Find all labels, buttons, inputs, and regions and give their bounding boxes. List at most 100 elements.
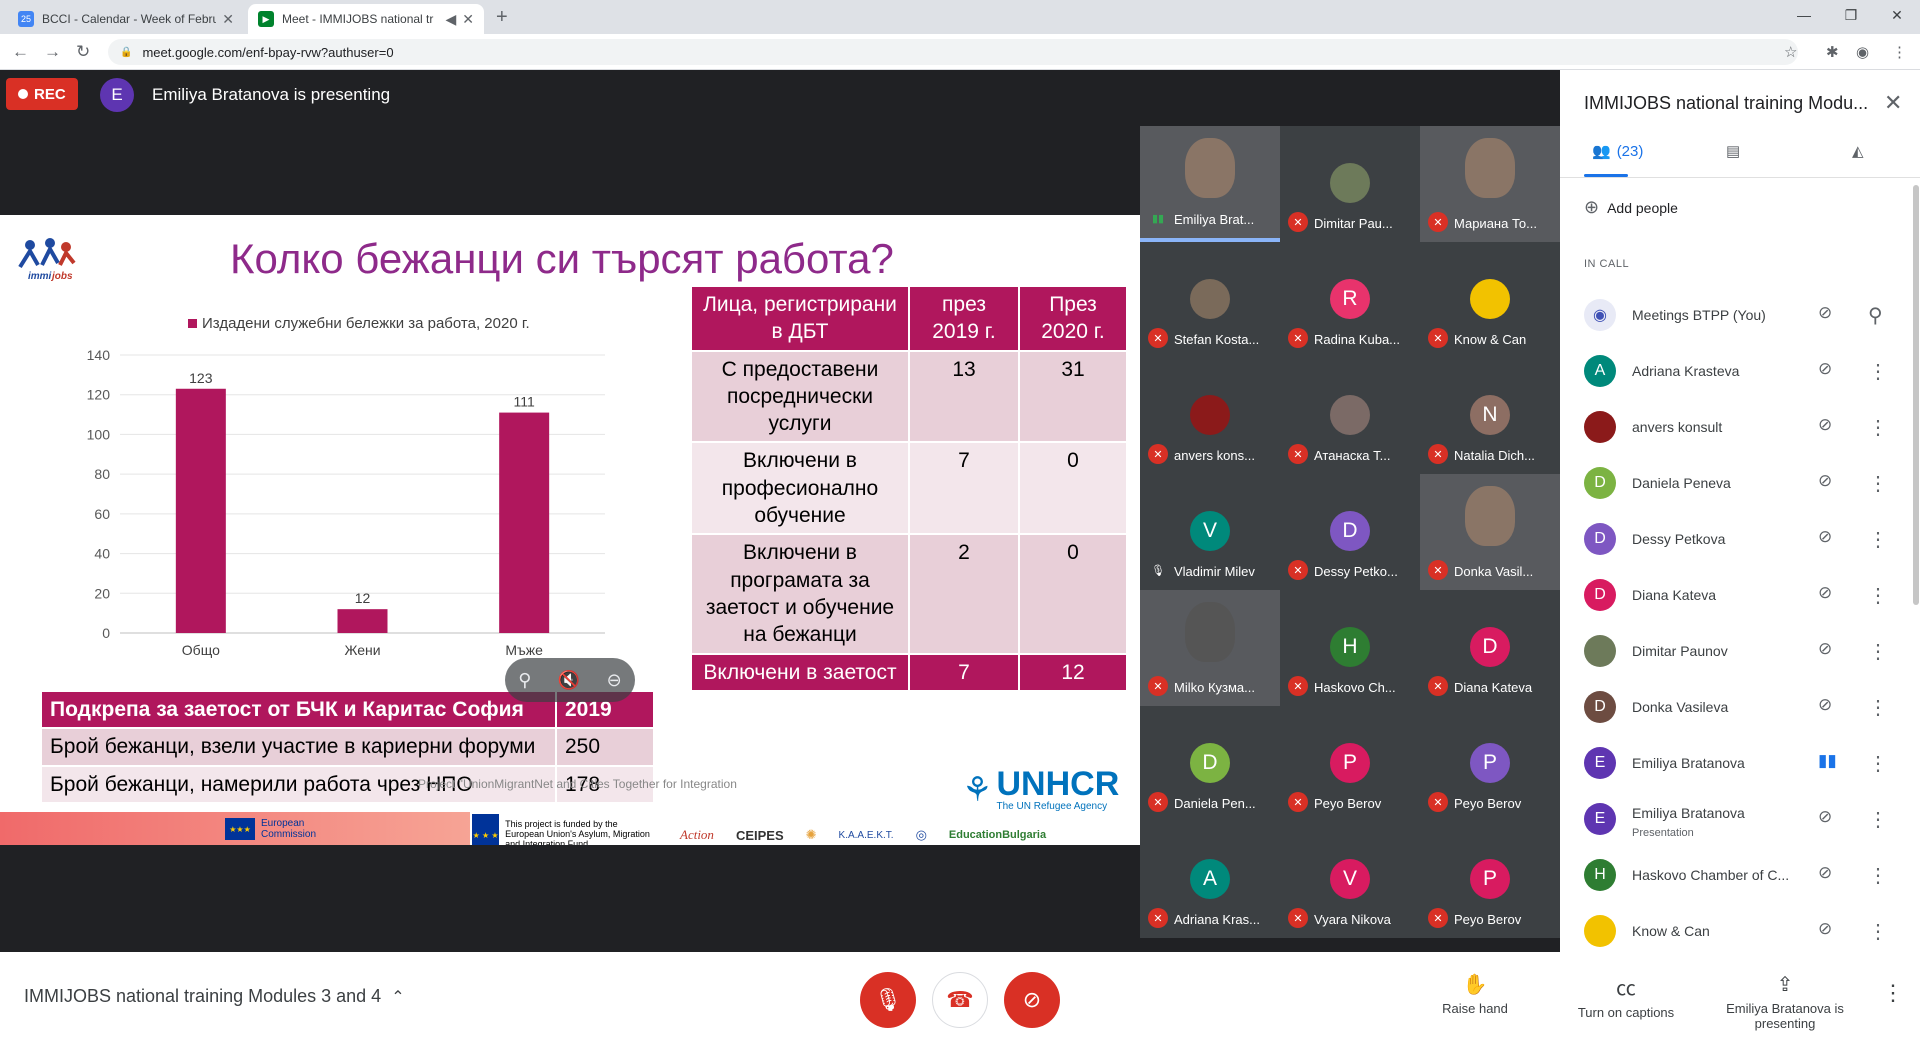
person-row[interactable]: Dimitar Paunov ⊘ ⋮ bbox=[1584, 631, 1904, 671]
mic-off-icon[interactable]: ⊘ bbox=[1818, 863, 1832, 883]
table-row: Включени в професионално обучение 7 0 bbox=[690, 441, 1128, 536]
mic-off-icon[interactable]: ⊘ bbox=[1818, 807, 1832, 827]
more-options-icon[interactable]: ⋮ bbox=[1868, 527, 1888, 552]
person-row[interactable]: H Haskovo Chamber of C... ⊘ ⋮ bbox=[1584, 855, 1904, 895]
participant-tile[interactable]: ✕ Stefan Kosta... bbox=[1140, 242, 1280, 358]
more-options-icon[interactable]: ⋮ bbox=[1868, 863, 1888, 888]
participant-tile[interactable]: D ✕ Daniela Pen... bbox=[1140, 706, 1280, 822]
mic-off-icon[interactable]: ⊘ bbox=[1818, 583, 1832, 603]
more-options-icon[interactable]: ⋮ bbox=[1868, 919, 1888, 944]
participant-tile[interactable]: ✕ anvers kons... bbox=[1140, 358, 1280, 474]
participant-tile[interactable]: ✕ Мариана То... bbox=[1420, 126, 1560, 242]
panel-scrollbar[interactable] bbox=[1913, 185, 1919, 605]
more-options-icon[interactable]: ⋮ bbox=[1868, 583, 1888, 608]
speaking-icon[interactable]: ▮▮ bbox=[1818, 751, 1837, 771]
raise-hand-button[interactable]: ✋ Raise hand bbox=[1430, 972, 1520, 1016]
minimize-button[interactable]: — bbox=[1781, 0, 1827, 30]
participant-tile[interactable]: N ✕ Natalia Dich... bbox=[1420, 358, 1560, 474]
new-tab-button[interactable]: + bbox=[496, 6, 508, 29]
leave-call-button[interactable]: ☎ bbox=[932, 972, 988, 1028]
participant-tile[interactable]: ▮▮ Emiliya Brat... bbox=[1140, 126, 1280, 242]
person-row[interactable]: E Emiliya Bratanova Presentation ⊘ ⋮ bbox=[1584, 799, 1904, 839]
participant-name: Adriana Kras... bbox=[1174, 912, 1260, 927]
more-options-icon[interactable]: ⋮ bbox=[1868, 639, 1888, 664]
unhcr-emblem-icon: ⚘ bbox=[962, 770, 993, 809]
person-row[interactable]: A Adriana Krasteva ⊘ ⋮ bbox=[1584, 351, 1904, 391]
participant-tile[interactable]: P ✕ Peyo Berov bbox=[1420, 706, 1560, 822]
profile-icon[interactable]: ◉ bbox=[1856, 43, 1869, 61]
remove-icon[interactable]: ⊖ bbox=[607, 670, 622, 691]
participant-name: Diana Kateva bbox=[1454, 680, 1533, 695]
person-row[interactable]: anvers konsult ⊘ ⋮ bbox=[1584, 407, 1904, 447]
tab-meet[interactable]: ▶ Meet - IMMIJOBS national tr ◀ ✕ bbox=[248, 4, 484, 34]
person-row[interactable]: E Emiliya Bratanova ▮▮ ⋮ bbox=[1584, 743, 1904, 783]
participant-tile[interactable]: ✕ Атанаска Т... bbox=[1280, 358, 1420, 474]
person-row[interactable]: D Daniela Peneva ⊘ ⋮ bbox=[1584, 463, 1904, 503]
mute-tab-icon[interactable]: ◀ bbox=[445, 11, 456, 28]
participant-tile[interactable]: D ✕ Dessy Petko... bbox=[1280, 474, 1420, 590]
close-window-button[interactable]: ✕ bbox=[1874, 0, 1920, 30]
star-icon[interactable]: ☆ bbox=[1784, 43, 1797, 61]
forward-icon[interactable]: → bbox=[44, 42, 61, 62]
more-options-icon[interactable]: ⋮ bbox=[1868, 807, 1888, 832]
participant-tile[interactable]: A ✕ Adriana Kras... bbox=[1140, 822, 1280, 938]
pin-icon[interactable]: ⚲ bbox=[1868, 303, 1883, 328]
tab-chat[interactable]: ▤ bbox=[1726, 142, 1740, 160]
tab-activities[interactable]: ◭ bbox=[1852, 142, 1864, 160]
more-options-icon[interactable]: ⋮ bbox=[1868, 359, 1888, 384]
participant-tile[interactable]: ✕ Know & Can bbox=[1420, 242, 1560, 358]
microphone-toggle-button[interactable]: 🎙 bbox=[860, 972, 916, 1028]
back-icon[interactable]: ← bbox=[12, 42, 29, 62]
close-tab-icon[interactable]: ✕ bbox=[222, 11, 234, 28]
url-field[interactable]: 🔒 meet.google.com/enf-bpay-rvw?authuser=… bbox=[108, 39, 1798, 65]
mic-off-icon[interactable]: ⊘ bbox=[1818, 527, 1832, 547]
mic-muted-icon: ✕ bbox=[1288, 792, 1308, 812]
mic-off-icon[interactable]: ⊘ bbox=[1818, 695, 1832, 715]
table-row: С предоставени посреднически услуги 13 3… bbox=[690, 349, 1128, 444]
participant-tile[interactable]: P ✕ Peyo Berov bbox=[1280, 706, 1420, 822]
mic-off-icon[interactable]: ⊘ bbox=[1818, 359, 1832, 379]
person-row[interactable]: D Diana Kateva ⊘ ⋮ bbox=[1584, 575, 1904, 615]
participant-avatar: R bbox=[1330, 279, 1370, 319]
participant-tile[interactable]: R ✕ Radina Kuba... bbox=[1280, 242, 1420, 358]
chat-icon: ▤ bbox=[1726, 143, 1741, 160]
more-options-icon[interactable]: ⋮ bbox=[1868, 695, 1888, 720]
person-row[interactable]: Know & Can ⊘ ⋮ bbox=[1584, 911, 1904, 951]
person-row[interactable]: ◉ Meetings BTPP (You) ⊘ ⚲ bbox=[1584, 295, 1904, 335]
menu-icon[interactable]: ⋮ bbox=[1892, 43, 1907, 61]
mic-off-icon[interactable]: ⊘ bbox=[1818, 303, 1832, 323]
camera-toggle-button[interactable]: ⊘ bbox=[1004, 972, 1060, 1028]
participant-tile[interactable]: H ✕ Haskovo Ch... bbox=[1280, 590, 1420, 706]
extensions-icon[interactable]: ✱ bbox=[1826, 43, 1839, 61]
participant-tile[interactable]: V ✕ Vyara Nikova bbox=[1280, 822, 1420, 938]
more-options-icon[interactable]: ⋮ bbox=[1868, 415, 1888, 440]
tab-people[interactable]: 👥 (23) bbox=[1592, 142, 1643, 161]
more-options-icon[interactable]: ⋮ bbox=[1882, 980, 1904, 1006]
person-avatar bbox=[1584, 635, 1616, 667]
maximize-button[interactable]: ❐ bbox=[1828, 0, 1874, 30]
tab-calendar[interactable]: 25 BCCI - Calendar - Week of Februa ✕ bbox=[8, 4, 244, 34]
pin-icon[interactable]: ⚲ bbox=[518, 670, 531, 691]
more-options-icon[interactable]: ⋮ bbox=[1868, 471, 1888, 496]
participant-tile[interactable]: V 🎙 Vladimir Milev bbox=[1140, 474, 1280, 590]
mic-off-icon[interactable]: ⊘ bbox=[1818, 471, 1832, 491]
mute-presentation-icon[interactable]: 🔇 bbox=[558, 670, 580, 691]
participant-tile[interactable]: P ✕ Peyo Berov bbox=[1420, 822, 1560, 938]
participant-tile[interactable]: D ✕ Diana Kateva bbox=[1420, 590, 1560, 706]
close-panel-icon[interactable]: ✕ bbox=[1884, 90, 1902, 116]
mic-off-icon[interactable]: ⊘ bbox=[1818, 415, 1832, 435]
participant-tile[interactable]: ✕ Milko Кузма... bbox=[1140, 590, 1280, 706]
mic-off-icon[interactable]: ⊘ bbox=[1818, 639, 1832, 659]
person-row[interactable]: D Dessy Petkova ⊘ ⋮ bbox=[1584, 519, 1904, 559]
add-people-button[interactable]: ⊕ Add people bbox=[1584, 197, 1678, 218]
meeting-details-button[interactable]: IMMIJOBS national training Modules 3 and… bbox=[24, 986, 405, 1007]
close-tab-icon[interactable]: ✕ bbox=[462, 11, 474, 28]
mic-off-icon[interactable]: ⊘ bbox=[1818, 919, 1832, 939]
more-options-icon[interactable]: ⋮ bbox=[1868, 751, 1888, 776]
person-row[interactable]: D Donka Vasileva ⊘ ⋮ bbox=[1584, 687, 1904, 727]
participant-tile[interactable]: ✕ Donka Vasil... bbox=[1420, 474, 1560, 590]
presenting-button[interactable]: ⇪ Emiliya Bratanova is presenting bbox=[1720, 972, 1850, 1031]
participant-tile[interactable]: ✕ Dimitar Pau... bbox=[1280, 126, 1420, 242]
captions-button[interactable]: ㏄ Turn on captions bbox=[1566, 972, 1686, 1020]
reload-icon[interactable]: ↻ bbox=[76, 42, 90, 62]
